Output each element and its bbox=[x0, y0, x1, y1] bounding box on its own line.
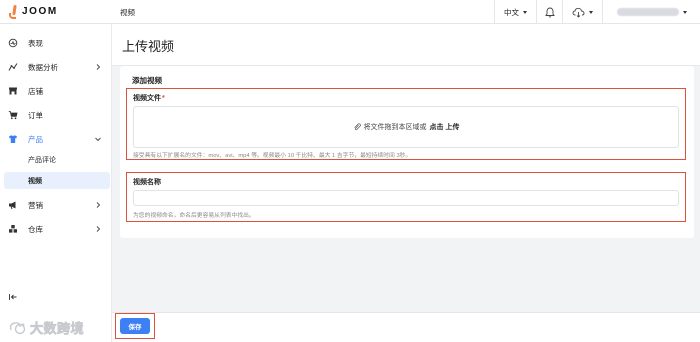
top-bar: JOOM 视频 中文 bbox=[0, 0, 700, 24]
sidebar-item-marketing[interactable]: 营销 bbox=[0, 196, 112, 214]
chevron-right-icon bbox=[96, 202, 101, 208]
sidebar-item-label: 仓库 bbox=[28, 224, 43, 234]
cloud-download-icon bbox=[572, 7, 585, 18]
required-mark: * bbox=[162, 95, 165, 102]
chevron-down-icon bbox=[95, 137, 101, 142]
sidebar-item-label: 产品 bbox=[28, 134, 43, 144]
joom-logo-mark bbox=[9, 5, 18, 19]
video-file-hint: 接受具有以下扩展名的文件：mov、avi、mp4 等。视频最小 10 千比特、最… bbox=[133, 153, 412, 159]
joom-logo[interactable]: JOOM bbox=[9, 5, 58, 19]
caret-down-icon bbox=[523, 10, 527, 14]
app-name: JOOM bbox=[22, 6, 58, 17]
analytics-icon bbox=[8, 62, 18, 72]
account-menu[interactable] bbox=[602, 0, 700, 24]
caret-down-icon bbox=[589, 10, 593, 14]
language-label: 中文 bbox=[504, 7, 519, 17]
notifications-button[interactable] bbox=[536, 0, 562, 24]
store-icon bbox=[8, 86, 18, 96]
chevron-right-icon bbox=[96, 64, 101, 70]
video-name-label: 视频名称 bbox=[133, 179, 161, 186]
watermark: 大数跨境 bbox=[8, 318, 84, 337]
shirt-icon bbox=[8, 134, 18, 144]
caret-down-icon bbox=[682, 10, 687, 14]
video-file-label: 视频文件* bbox=[133, 93, 165, 103]
sidebar-item-label: 店铺 bbox=[28, 86, 43, 96]
card-title: 添加视频 bbox=[132, 76, 162, 85]
sidebar-item-label: 表现 bbox=[28, 38, 43, 48]
sidebar-subitem-product-reviews[interactable]: 产品评论 bbox=[0, 151, 112, 168]
sidebar-item-store[interactable]: 店铺 bbox=[0, 82, 112, 100]
account-name-redacted bbox=[616, 8, 679, 16]
sidebar-item-performance[interactable]: 表现 bbox=[0, 34, 112, 52]
watermark-logo-icon bbox=[9, 321, 26, 334]
video-file-label-text: 视频文件 bbox=[133, 95, 161, 102]
bell-icon bbox=[544, 7, 555, 17]
warehouse-icon bbox=[8, 224, 18, 234]
sidebar-item-analytics[interactable]: 数据分析 bbox=[0, 58, 112, 76]
performance-icon bbox=[8, 38, 18, 48]
sidebar-subitem-label: 产品评论 bbox=[28, 156, 56, 164]
footer-bar bbox=[112, 312, 700, 342]
video-dropzone[interactable]: 将文件拖到本区域或 点击 上传 bbox=[133, 106, 679, 148]
sidebar-item-products[interactable]: 产品 bbox=[0, 130, 112, 148]
megaphone-icon bbox=[8, 200, 18, 210]
watermark-text: 大数跨境 bbox=[30, 321, 85, 337]
sidebar-item-label: 数据分析 bbox=[28, 62, 58, 72]
sidebar-subitem-videos[interactable]: 视频 bbox=[4, 172, 110, 189]
cart-icon bbox=[8, 110, 18, 120]
downloads-menu[interactable] bbox=[562, 0, 602, 24]
sidebar-item-warehouse[interactable]: 仓库 bbox=[0, 220, 112, 238]
upload-link[interactable]: 点击 上传 bbox=[430, 122, 460, 132]
paperclip-icon bbox=[353, 123, 361, 131]
page-title: 上传视频 bbox=[122, 39, 175, 54]
sidebar-item-label: 营销 bbox=[28, 200, 43, 210]
save-button[interactable]: 保存 bbox=[120, 318, 150, 334]
video-name-hint: 为您的视频命名，命名后更容易从列表中找出。 bbox=[133, 213, 255, 219]
video-name-input[interactable] bbox=[133, 190, 679, 206]
language-selector[interactable]: 中文 bbox=[494, 0, 536, 24]
sidebar-item-orders[interactable]: 订单 bbox=[0, 106, 112, 124]
page-header: 上传视频 bbox=[112, 24, 700, 66]
sidebar: 表现 数据分析 店铺 订单 产品 产品评论 视频 营销 仓库 bbox=[0, 24, 112, 342]
chevron-right-icon bbox=[96, 226, 101, 232]
dropzone-text: 将文件拖到本区域或 bbox=[363, 124, 427, 131]
sidebar-subitem-label: 视频 bbox=[28, 177, 42, 185]
breadcrumb: 视频 bbox=[120, 8, 135, 17]
collapse-sidebar-icon[interactable] bbox=[8, 292, 18, 302]
sidebar-item-label: 订单 bbox=[28, 110, 43, 120]
